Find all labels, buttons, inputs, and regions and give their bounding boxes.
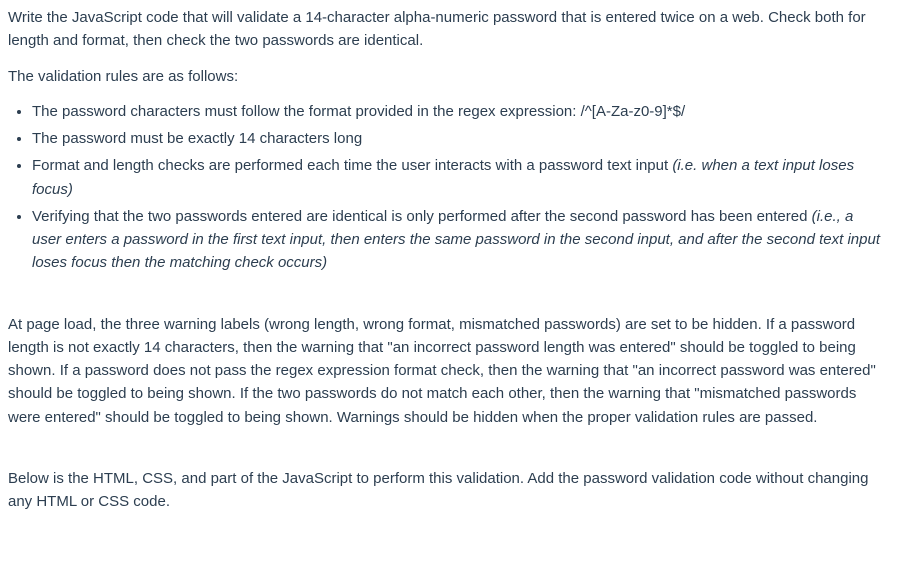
rules-list: The password characters must follow the … bbox=[8, 100, 884, 275]
list-item: The password characters must follow the … bbox=[32, 100, 884, 123]
instruction-paragraph: Below is the HTML, CSS, and part of the … bbox=[8, 467, 884, 514]
rule-text: Format and length checks are performed e… bbox=[32, 157, 672, 174]
spacer bbox=[8, 287, 884, 313]
explanation-paragraph: At page load, the three warning labels (… bbox=[8, 313, 884, 429]
intro-paragraph: Write the JavaScript code that will vali… bbox=[8, 6, 884, 53]
rule-text: Verifying that the two passwords entered… bbox=[32, 208, 812, 225]
list-item: The password must be exactly 14 characte… bbox=[32, 127, 884, 150]
list-item: Format and length checks are performed e… bbox=[32, 154, 884, 201]
list-item: Verifying that the two passwords entered… bbox=[32, 205, 884, 275]
rules-intro: The validation rules are as follows: bbox=[8, 65, 884, 88]
spacer bbox=[8, 441, 884, 467]
